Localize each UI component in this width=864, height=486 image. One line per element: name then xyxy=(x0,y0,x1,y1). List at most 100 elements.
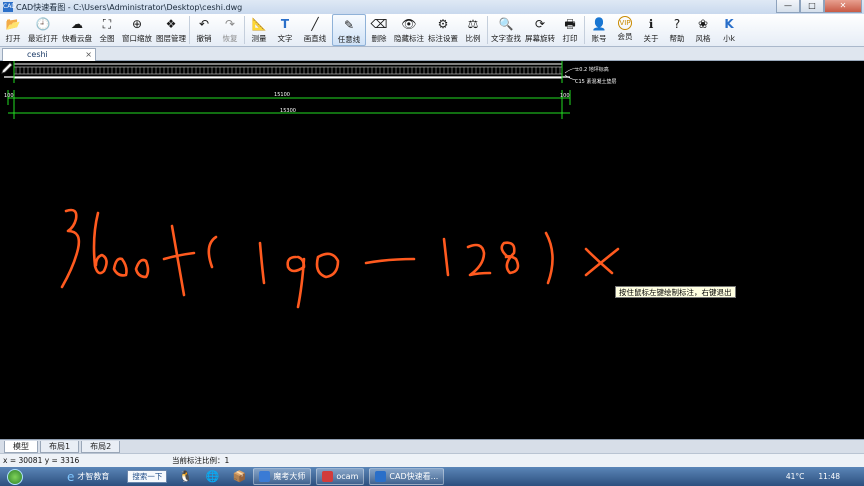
drawing-svg: ±0.2 地坪标高 C15 素混凝土垫层 100 15100 100 15300 xyxy=(4,61,620,309)
toolbar-measure-button[interactable]: 📐 测量 xyxy=(246,14,272,46)
browser-icon[interactable]: 🌐 xyxy=(203,468,221,485)
layout-tab-bar: 模型 布局1 布局2 xyxy=(0,439,864,453)
windows-start-icon xyxy=(7,468,23,485)
toolbar-annot-settings-button[interactable]: ⚙ 标注设置 xyxy=(426,14,460,46)
toolbar-small-k-button[interactable]: K 小k xyxy=(716,14,742,46)
document-tab-close-icon[interactable]: × xyxy=(85,49,92,61)
annotation-settings-icon: ⚙ xyxy=(437,17,449,31)
layout-tab-model[interactable]: 模型 xyxy=(4,441,38,453)
toolbar-rotate-label: 屏幕旋转 xyxy=(525,34,555,43)
folder-icon: 📂 xyxy=(5,17,21,31)
pen-cursor-icon xyxy=(1,62,13,74)
document-tab[interactable]: ceshi × xyxy=(2,48,96,61)
toolbar-annot-settings-label: 标注设置 xyxy=(428,34,458,43)
redo-icon: ↷ xyxy=(224,17,236,31)
document-tab-label: ceshi xyxy=(27,50,48,59)
dimension-bottom-text: 15300 xyxy=(280,108,296,114)
toolbar-cloud-button[interactable]: ☁ 快看云盘 xyxy=(60,14,94,46)
toolbar-print-button[interactable]: 🖶 打印 xyxy=(557,14,583,46)
toolbar-hide-annot-button[interactable]: 👁 隐藏标注 xyxy=(392,14,426,46)
toolbar-separator xyxy=(189,16,190,44)
taskbar-task-0[interactable]: 魔考大师 xyxy=(253,468,312,485)
toolbar-style-button[interactable]: ❀ 风格 xyxy=(690,14,716,46)
toolbar-layers-button[interactable]: ❖ 图层管理 xyxy=(154,14,188,46)
window-title: CAD快速看图 - C:\Users\Administrator\Desktop… xyxy=(16,2,243,12)
toolbar-separator xyxy=(584,16,585,44)
document-tab-bar: ceshi × xyxy=(0,47,864,61)
taskbar-task-2[interactable]: CAD快速看... xyxy=(369,468,445,485)
toolbar-freehand-label: 任意线 xyxy=(337,35,361,44)
minimize-button[interactable]: — xyxy=(776,0,800,13)
zoom-window-icon: ⊕ xyxy=(131,17,143,31)
toolbar-hide-annot-label: 隐藏标注 xyxy=(394,34,424,43)
pen-icon: ✎ xyxy=(343,18,355,32)
toolbar-fullview-button[interactable]: ⛶ 全图 xyxy=(94,14,120,46)
taskbar-ie-item[interactable]: e 才智教育 xyxy=(64,468,115,485)
toolbar-vip-button[interactable]: VIP 会员 xyxy=(612,14,638,46)
toolbar-help-button[interactable]: ? 帮助 xyxy=(664,14,690,46)
toolbar-ratio-button[interactable]: ⚖ 比例 xyxy=(460,14,486,46)
toolbar-text-label: 文字 xyxy=(277,34,293,43)
toolbar-account-button[interactable]: 👤 账号 xyxy=(586,14,612,46)
style-icon: ❀ xyxy=(697,17,709,31)
k-icon: K xyxy=(724,17,734,31)
weather-widget[interactable]: 41°C xyxy=(786,472,805,481)
start-button[interactable] xyxy=(0,467,30,486)
printer-icon: 🖶 xyxy=(564,17,576,31)
task-label: ocam xyxy=(336,472,359,481)
toolbar-about-button[interactable]: ℹ 关于 xyxy=(638,14,664,46)
toolbar-layers-label: 图层管理 xyxy=(156,34,186,43)
toolbar-undo-button[interactable]: ↶ 撤销 xyxy=(191,14,217,46)
layout-tab-layout-2[interactable]: 布局2 xyxy=(81,441,121,453)
dimension-right-text: 100 xyxy=(560,93,570,99)
toolbar-small-k-label: 小k xyxy=(723,34,735,43)
title-bar: CAD CAD快速看图 - C:\Users\Administrator\Des… xyxy=(0,0,864,14)
app-icon[interactable]: 📦 xyxy=(230,468,248,485)
toolbar-text-search-button[interactable]: 🔍 文字查找 xyxy=(489,14,523,46)
system-clock[interactable]: 11:48 xyxy=(818,471,840,481)
layers-icon: ❖ xyxy=(165,17,177,31)
draw-tooltip: 按住鼠标左键绘制标注，右键退出 xyxy=(615,286,736,298)
toolbar-recent-button[interactable]: 🕘 最近打开 xyxy=(26,14,60,46)
eye-icon: 👁 xyxy=(401,17,417,31)
slab-structure xyxy=(4,61,577,83)
toolbar-print-label: 打印 xyxy=(562,34,578,43)
toolbar-text-button[interactable]: T 文字 xyxy=(272,14,298,46)
help-icon: ? xyxy=(673,17,681,31)
task-app-icon xyxy=(259,471,271,482)
toolbar-about-label: 关于 xyxy=(643,34,659,43)
drawing-canvas[interactable]: ±0.2 地坪标高 C15 素混凝土垫层 100 15100 100 15300 xyxy=(0,61,864,439)
line-icon: ╱ xyxy=(311,17,319,31)
cad-app-icon: CAD xyxy=(3,2,16,12)
toolbar-delete-label: 删除 xyxy=(371,34,387,43)
toolbar-line-button[interactable]: ╱ 画直线 xyxy=(298,14,332,46)
toolbar-separator xyxy=(487,16,488,44)
elevation-label-1: ±0.2 地坪标高 xyxy=(575,66,609,73)
taskbar-search[interactable]: 搜索一下 xyxy=(127,470,168,483)
toolbar-line-label: 画直线 xyxy=(303,34,327,43)
clock-time: 11:48 xyxy=(818,471,840,481)
toolbar-undo-label: 撤销 xyxy=(196,34,212,43)
annotation-scale: 当前标注比例：1 xyxy=(172,456,230,465)
penguin-icon[interactable]: 🐧 xyxy=(176,468,194,485)
toolbar-redo-label: 恢复 xyxy=(222,34,238,43)
app-window: CAD CAD快速看图 - C:\Users\Administrator\Des… xyxy=(0,0,864,486)
toolbar-rotate-button[interactable]: ⟳ 屏幕旋转 xyxy=(523,14,557,46)
toolbar-delete-button[interactable]: ⌫ 删除 xyxy=(366,14,392,46)
system-tray: 41°C 11:48 xyxy=(786,467,864,486)
layout-tab-layout-1[interactable]: 布局1 xyxy=(40,441,80,453)
clock-icon: 🕘 xyxy=(35,17,51,31)
close-button[interactable]: ✕ xyxy=(824,0,862,13)
taskbar-ie-label: 才智教育 xyxy=(77,472,110,481)
handwritten-annotation xyxy=(60,208,620,309)
measure-icon: 📐 xyxy=(251,17,267,31)
taskbar-task-1[interactable]: ocam xyxy=(316,468,365,485)
status-bar: x = 30081 y = 3316 当前标注比例：1 xyxy=(0,453,864,467)
toolbar-freehand-button[interactable]: ✎ 任意线 xyxy=(332,14,366,46)
toolbar-open-button[interactable]: 📂 打开 xyxy=(0,14,26,46)
ratio-icon: ⚖ xyxy=(467,17,479,31)
maximize-button[interactable]: □ xyxy=(800,0,824,13)
toolbar-zoom-window-button[interactable]: ⊕ 窗口缩放 xyxy=(120,14,154,46)
toolbar-measure-label: 测量 xyxy=(251,34,267,43)
toolbar-redo-button[interactable]: ↷ 恢复 xyxy=(217,14,243,46)
